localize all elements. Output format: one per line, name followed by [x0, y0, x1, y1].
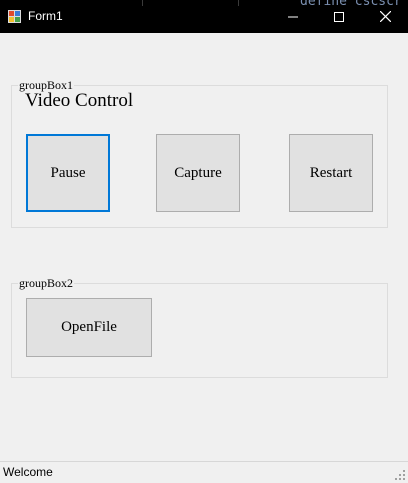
title-bar[interactable]: Form1 define cscscr	[0, 0, 408, 33]
video-control-heading: Video Control	[25, 90, 134, 111]
pause-button[interactable]: Pause	[26, 134, 110, 212]
background-divider	[238, 0, 239, 6]
minimize-icon	[288, 16, 298, 17]
groupbox2-legend: groupBox2	[18, 276, 74, 290]
maximize-icon	[334, 11, 344, 22]
close-button[interactable]	[362, 0, 408, 33]
form-window: Form1 define cscscr groupBox1 Video Cont…	[0, 0, 408, 483]
close-icon	[379, 11, 391, 22]
restart-button[interactable]: Restart	[289, 134, 373, 212]
window-title: Form1	[28, 9, 63, 23]
app-icon	[8, 10, 21, 23]
resize-grip-icon[interactable]	[395, 470, 406, 481]
status-bar: Welcome	[0, 461, 408, 483]
background-divider	[142, 0, 143, 6]
maximize-button[interactable]	[316, 0, 362, 33]
capture-button[interactable]: Capture	[156, 134, 240, 212]
status-label: Welcome	[3, 465, 53, 479]
openfile-button[interactable]: OpenFile	[26, 298, 152, 357]
minimize-button[interactable]	[270, 0, 316, 33]
